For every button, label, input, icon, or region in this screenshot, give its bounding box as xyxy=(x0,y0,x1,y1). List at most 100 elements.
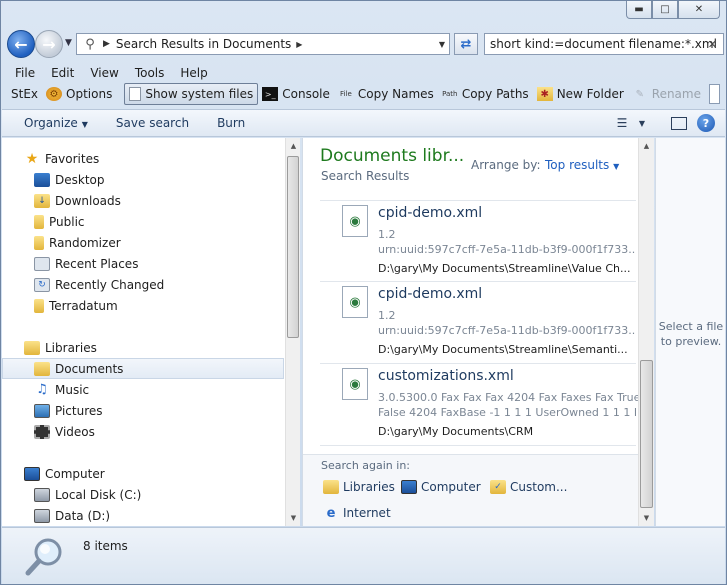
nav-item-documents[interactable]: Documents xyxy=(2,358,284,379)
nav-item-videos[interactable]: Videos xyxy=(2,421,284,442)
caption-buttons: ▬ □ ✕ xyxy=(626,1,720,19)
nav-item-recently-changed[interactable]: ↻ Recently Changed xyxy=(2,274,284,295)
search-again-computer[interactable]: Computer xyxy=(401,480,481,494)
scrollbar-thumb[interactable] xyxy=(287,156,299,338)
search-again-internet-label: Internet xyxy=(343,506,391,520)
refresh-button[interactable]: ⇄ xyxy=(454,33,478,55)
rename-input[interactable] xyxy=(708,84,720,104)
nav-item-label: Local Disk (C:) xyxy=(55,487,142,502)
nav-item-music[interactable]: ♫ Music xyxy=(2,379,284,400)
address-bar[interactable]: ⚲ ▶ Search Results in Documents ▶ ▼ xyxy=(76,33,450,55)
list-item[interactable]: ◉ cpid-demo.xml 1.2 urn:uuid:597c7cff-7e… xyxy=(320,282,636,364)
computer-icon xyxy=(401,480,417,494)
preview-pane-icon[interactable] xyxy=(671,116,687,130)
breadcrumb-chevron-icon[interactable]: ▶ xyxy=(296,40,302,49)
nav-computer[interactable]: Computer xyxy=(2,463,284,484)
scroll-up-icon[interactable]: ▲ xyxy=(639,138,654,154)
address-row: ← → ▼ ⚲ ▶ Search Results in Documents ▶ … xyxy=(5,29,724,59)
address-dropdown-icon[interactable]: ▼ xyxy=(439,40,445,49)
maximize-icon[interactable]: □ xyxy=(652,1,678,19)
copy-paths-button[interactable]: Path Copy Paths xyxy=(438,83,533,105)
address-path[interactable]: Search Results in Documents xyxy=(116,37,291,51)
search-again-custom[interactable]: ✓ Custom... xyxy=(490,480,567,494)
details-pane: 8 items xyxy=(2,527,725,584)
nav-item-desktop[interactable]: Desktop xyxy=(2,169,284,190)
pictures-icon xyxy=(34,403,50,418)
stex-label: StEx xyxy=(7,83,42,105)
computer-icon xyxy=(24,466,40,481)
copy-paths-label: Copy Paths xyxy=(461,87,529,101)
nav-item-terradatum[interactable]: Terradatum xyxy=(2,295,284,316)
nav-libraries[interactable]: Libraries xyxy=(2,337,284,358)
nav-item-local-disk-c[interactable]: Local Disk (C:) xyxy=(2,484,284,505)
nav-item-label: Desktop xyxy=(55,172,105,187)
forward-button[interactable]: → xyxy=(35,30,63,58)
burn-button[interactable]: Burn xyxy=(207,116,255,130)
list-item[interactable]: ◉ cpid-demo.xml 1.2 urn:uuid:597c7cff-7e… xyxy=(320,200,636,282)
menu-tools[interactable]: Tools xyxy=(127,66,173,80)
search-icon xyxy=(25,538,62,576)
options-button[interactable]: ⚙ Options xyxy=(42,83,116,105)
star-icon: ★ xyxy=(25,150,39,167)
preview-text: to preview. xyxy=(660,335,722,348)
result-path: D:\gary\My Documents\Streamline\Semanti.… xyxy=(378,343,628,356)
organize-button[interactable]: Organize ▼ xyxy=(14,116,98,130)
command-bar: Organize ▼ Save search Burn ☰ ▼ ? xyxy=(2,109,725,137)
clear-search-icon[interactable]: ✕ xyxy=(708,38,717,51)
preview-text: Select a file xyxy=(658,320,724,333)
scroll-down-icon[interactable]: ▼ xyxy=(639,510,654,526)
new-folder-label: New Folder xyxy=(556,87,624,101)
new-folder-icon: ✱ xyxy=(536,87,553,101)
navigation-pane: ★ Favorites Desktop ↓ Downloads Public R… xyxy=(2,138,300,526)
copy-names-button[interactable]: File Copy Names xyxy=(334,83,438,105)
breadcrumb-chevron-icon[interactable]: ▶ xyxy=(103,39,110,49)
search-input[interactable]: short kind:=document filename:*.xml ✕ xyxy=(484,33,724,55)
folder-icon xyxy=(34,235,44,250)
nav-favorites[interactable]: ★ Favorites xyxy=(2,148,284,169)
nav-item-data-d[interactable]: Data (D:) xyxy=(2,505,284,526)
navigation-scrollbar[interactable]: ▲ ▼ xyxy=(285,138,300,526)
rename-button[interactable]: ✎ Rename xyxy=(628,83,705,105)
list-item[interactable]: ◉ customizations.xml 3.0.5300.0 Fax Fax … xyxy=(320,364,640,446)
console-button[interactable]: >_ Console xyxy=(258,83,334,105)
nav-item-randomizer[interactable]: Randomizer xyxy=(2,232,284,253)
folder-icon xyxy=(34,298,44,313)
show-system-files-toggle[interactable]: Show system files xyxy=(124,83,259,105)
help-icon[interactable]: ? xyxy=(697,114,715,132)
custom-folder-icon: ✓ xyxy=(490,480,506,494)
scrollbar-thumb[interactable] xyxy=(640,360,653,508)
nav-item-label: Randomizer xyxy=(49,235,121,250)
chevron-down-icon: ▼ xyxy=(613,162,620,171)
nav-item-public[interactable]: Public xyxy=(2,211,284,232)
recent-pages-dropdown-icon[interactable]: ▼ xyxy=(65,38,72,48)
back-button[interactable]: ← xyxy=(7,30,35,58)
nav-item-pictures[interactable]: Pictures xyxy=(2,400,284,421)
save-search-button[interactable]: Save search xyxy=(106,116,199,130)
menu-view[interactable]: View xyxy=(82,66,126,80)
views-dropdown-icon[interactable]: ▼ xyxy=(633,114,651,132)
nav-item-recent-places[interactable]: Recent Places xyxy=(2,253,284,274)
nav-item-downloads[interactable]: ↓ Downloads xyxy=(2,190,284,211)
minimize-icon[interactable]: ▬ xyxy=(626,1,652,19)
search-again-internet[interactable]: e Internet xyxy=(323,506,391,521)
results-scrollbar[interactable]: ▲ ▼ xyxy=(638,138,654,526)
menu-file[interactable]: File xyxy=(7,66,43,80)
console-icon: >_ xyxy=(262,87,279,101)
arrange-by-dropdown[interactable]: Top results ▼ xyxy=(545,158,619,172)
menu-help[interactable]: Help xyxy=(172,66,215,80)
search-query[interactable]: short kind:=document filename:*.xml xyxy=(490,37,717,51)
scroll-down-icon[interactable]: ▼ xyxy=(286,510,300,526)
new-folder-button[interactable]: ✱ New Folder xyxy=(533,83,628,105)
search-again-libraries[interactable]: Libraries xyxy=(323,480,395,494)
menu-edit[interactable]: Edit xyxy=(43,66,82,80)
scroll-up-icon[interactable]: ▲ xyxy=(286,138,300,154)
search-again-panel: Search again in: Libraries Computer ✓ Cu… xyxy=(303,454,638,526)
views-icon[interactable]: ☰ xyxy=(613,114,631,132)
result-snippet: False 4204 FaxBase -1 1 1 1 UserOwned 1 … xyxy=(378,406,636,419)
close-icon[interactable]: ✕ xyxy=(678,1,720,19)
result-snippet: urn:uuid:597c7cff-7e5a-11db-b3f9-000f1f7… xyxy=(378,243,636,256)
nav-item-label: Videos xyxy=(55,424,95,439)
result-snippet: 1.2 xyxy=(378,309,396,322)
library-title: Documents libr... xyxy=(320,146,465,166)
